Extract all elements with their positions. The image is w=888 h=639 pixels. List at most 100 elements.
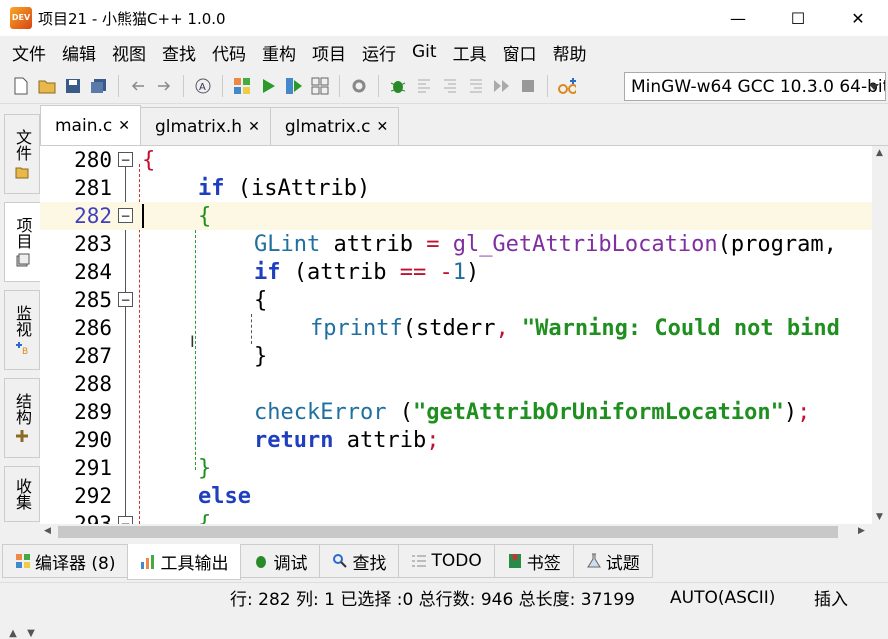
code-editor[interactable]: 280 { − 281 if (isAttrib) 282 { − 283 GL…	[40, 146, 888, 524]
save-all-icon[interactable]	[90, 77, 108, 95]
tab-files[interactable]: 文件	[4, 114, 40, 194]
close-icon[interactable]: ✕	[248, 119, 260, 135]
save-icon[interactable]	[64, 77, 82, 95]
new-file-icon[interactable]	[12, 77, 30, 95]
tab-label: 试题	[605, 553, 640, 574]
menu-refactor[interactable]: 重构	[254, 40, 304, 65]
code-line: 286 fprintf(stderr, "Warning: Could not …	[40, 314, 872, 342]
line-number: 286	[74, 316, 112, 340]
fold-toggle-icon[interactable]: −	[118, 292, 133, 307]
code-line: 287 }	[40, 342, 872, 370]
maximize-button[interactable]: ☐	[768, 0, 828, 36]
status-bar: 行: 282 列: 1 已选择 :0 总行数: 946 总长度: 37199 A…	[0, 582, 888, 612]
forward-icon[interactable]	[155, 77, 173, 95]
continue-icon[interactable]	[493, 77, 511, 95]
fold-toggle-icon[interactable]: −	[118, 516, 133, 524]
tab-project[interactable]: 项目	[4, 202, 40, 282]
menu-help[interactable]: 帮助	[545, 40, 595, 65]
menu-git[interactable]: Git	[404, 42, 445, 62]
menu-file[interactable]: 文件	[4, 40, 54, 65]
vertical-scrollbar[interactable]: ▲ ▼	[872, 146, 888, 524]
menu-edit[interactable]: 编辑	[54, 40, 104, 65]
fold-toggle-icon[interactable]: −	[118, 208, 133, 223]
svg-text:B: B	[22, 347, 28, 355]
rebuild-icon[interactable]	[311, 77, 329, 95]
scroll-down-icon[interactable]: ▼	[27, 628, 35, 639]
tab-compiler[interactable]: 编译器 (8)	[2, 544, 129, 578]
code-text: {	[198, 511, 212, 525]
tab-collect[interactable]: 收集	[4, 466, 40, 522]
line-number: 288	[74, 372, 112, 396]
stop-icon[interactable]	[519, 77, 537, 95]
back-icon[interactable]	[129, 77, 147, 95]
horizontal-scroll-thumb[interactable]	[58, 526, 838, 538]
close-icon[interactable]: ✕	[118, 118, 130, 134]
step-into-icon[interactable]	[441, 77, 459, 95]
line-number: 289	[74, 400, 112, 424]
code-line: 292 else	[40, 482, 872, 510]
menu-project[interactable]: 项目	[304, 40, 354, 65]
scroll-right-icon[interactable]: ▶	[858, 526, 865, 536]
step-out-icon[interactable]	[467, 77, 485, 95]
tab-search[interactable]: 查找	[319, 544, 400, 578]
scroll-up-icon[interactable]: ▲	[9, 628, 17, 639]
menu-tools[interactable]: 工具	[445, 40, 495, 65]
tab-label: glmatrix.c	[284, 116, 371, 137]
toolbar-separator	[118, 74, 119, 97]
tab-watch-label: 监视	[13, 305, 32, 337]
code-line: 291 }	[40, 454, 872, 482]
add-watch-icon[interactable]	[558, 77, 576, 95]
close-window-button[interactable]: ✕	[828, 0, 888, 36]
horizontal-scrollbar[interactable]: ◀ ▶	[40, 524, 872, 540]
step-over-icon[interactable]	[415, 77, 433, 95]
search-icon	[333, 554, 348, 568]
menu-view[interactable]: 视图	[104, 40, 154, 65]
tab-watch[interactable]: 监视 B	[4, 290, 40, 370]
run-icon[interactable]	[259, 77, 277, 95]
tab-label: 调试	[273, 553, 308, 574]
scroll-up-icon[interactable]: ▲	[876, 148, 883, 158]
tab-bookmark[interactable]: 书签	[493, 544, 574, 578]
open-folder-icon[interactable]	[38, 77, 56, 95]
code-text: else	[198, 483, 251, 509]
tab-glmatrix-h[interactable]: glmatrix.h ✕	[139, 107, 271, 145]
close-icon[interactable]: ✕	[377, 119, 389, 135]
scroll-left-icon[interactable]: ◀	[44, 526, 51, 536]
toolbar-separator	[339, 74, 340, 97]
structure-icon	[16, 430, 28, 442]
left-tabs-scroll[interactable]: ▲ ▼	[4, 628, 40, 639]
debug-bug-icon[interactable]	[389, 77, 407, 95]
menu-bar: 文件 编辑 视图 查找 代码 重构 项目 运行 Git 工具 窗口 帮助	[0, 36, 888, 68]
options-gear-icon[interactable]	[350, 77, 368, 95]
svg-text:A: A	[199, 82, 206, 93]
format-code-icon[interactable]: A	[194, 77, 212, 95]
menu-code[interactable]: 代码	[204, 40, 254, 65]
line-number: 292	[74, 484, 112, 508]
compile-run-icon[interactable]	[285, 77, 303, 95]
minimize-button[interactable]: —	[708, 0, 768, 36]
code-line: 289 checkError ("getAttribOrUniformLocat…	[40, 398, 872, 426]
tab-debug[interactable]: 调试	[240, 544, 321, 578]
menu-search[interactable]: 查找	[154, 40, 204, 65]
tab-problem-set[interactable]: 试题	[572, 544, 653, 578]
toolbar-separator	[183, 74, 184, 97]
watch-icon: B	[16, 342, 28, 355]
scroll-down-icon[interactable]: ▼	[876, 512, 883, 522]
tab-tool-output[interactable]: 工具输出	[127, 544, 242, 580]
menu-window[interactable]: 窗口	[495, 40, 545, 65]
line-number: 291	[74, 456, 112, 480]
compile-icon[interactable]	[233, 77, 251, 95]
fold-toggle-icon[interactable]: −	[118, 152, 133, 167]
tab-main-c[interactable]: main.c ✕	[40, 105, 141, 145]
line-number: 280	[74, 148, 112, 172]
tab-glmatrix-c[interactable]: glmatrix.c ✕	[269, 107, 400, 145]
folder-icon	[15, 167, 29, 179]
tab-todo[interactable]: TODO	[398, 544, 495, 578]
tab-label: glmatrix.h	[154, 116, 243, 137]
tab-structure[interactable]: 结构	[4, 378, 40, 458]
chevron-down-icon	[869, 84, 879, 90]
compiler-select[interactable]: MinGW-w64 GCC 10.3.0 64-bit	[624, 72, 886, 101]
menu-run[interactable]: 运行	[354, 40, 404, 65]
code-text: if (isAttrib)	[198, 175, 371, 201]
encoding-status[interactable]: AUTO(ASCII)	[670, 588, 775, 608]
